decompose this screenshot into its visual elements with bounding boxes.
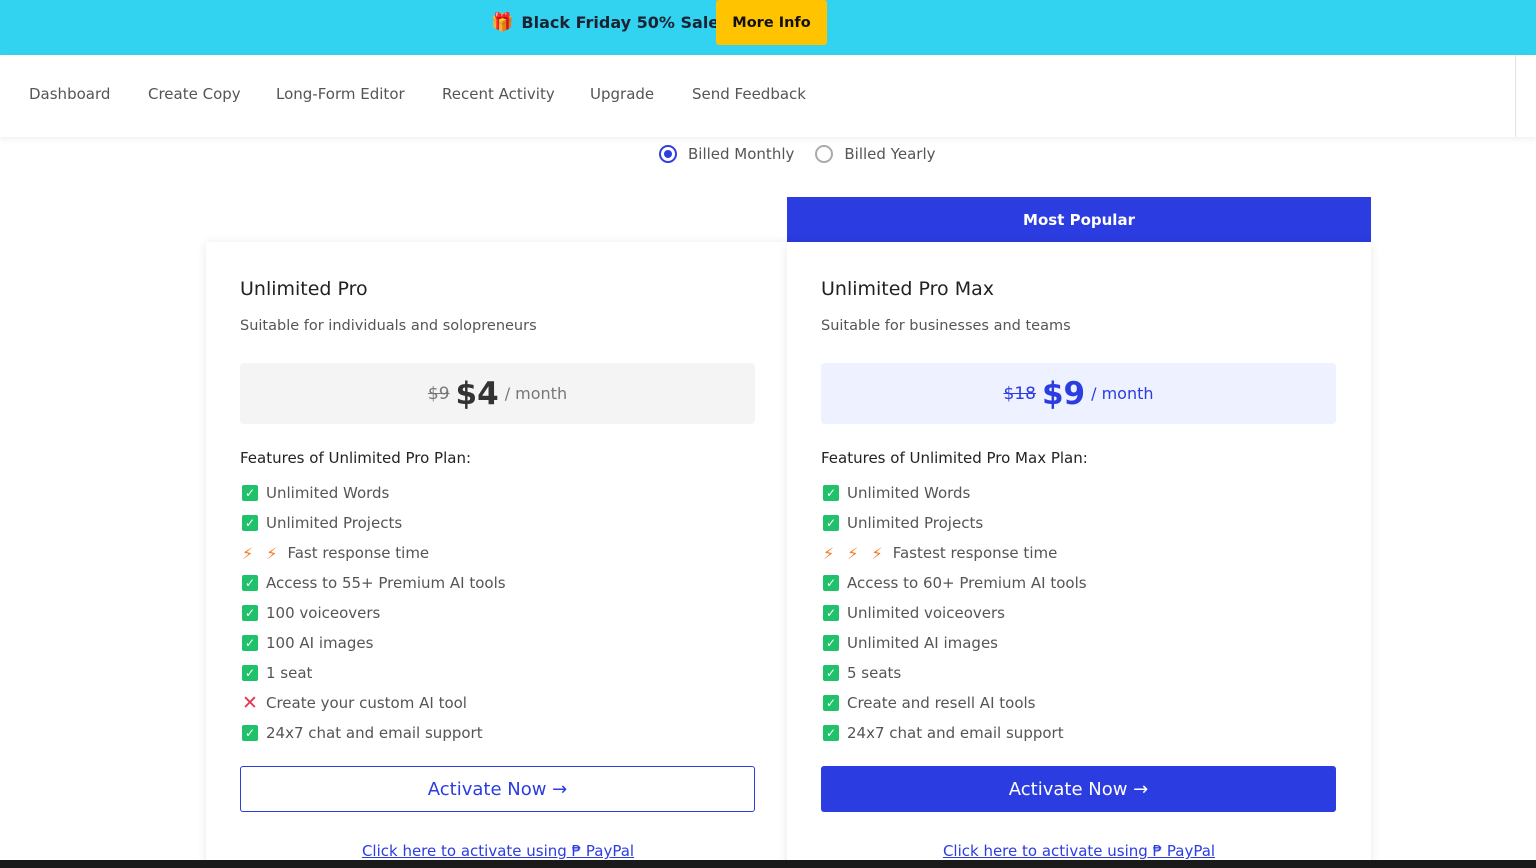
feature-item: ⚡ ⚡ ⚡ Fastest response time <box>823 538 1087 568</box>
nav-item-long-form-editor[interactable]: Long-Form Editor <box>276 85 405 103</box>
bottom-edge-bar <box>0 860 1536 868</box>
nav-item-recent-activity[interactable]: Recent Activity <box>442 85 555 103</box>
price-period: / month <box>504 384 568 403</box>
old-price: $9 <box>427 383 450 404</box>
check-icon: ✓ <box>242 665 258 681</box>
current-price: $9 <box>1041 375 1086 412</box>
cross-icon: ✕ <box>242 692 258 714</box>
check-icon: ✓ <box>823 635 839 651</box>
promo-text: Black Friday 50% Sale <box>521 13 720 32</box>
lightning-icon: ⚡ <box>242 543 254 563</box>
feature-item: ✓ Unlimited AI images <box>823 628 1087 658</box>
check-icon: ✓ <box>823 605 839 621</box>
current-price: $4 <box>455 375 499 412</box>
paypal-activate-link[interactable]: Click here to activate using ₱ PayPal <box>206 842 790 860</box>
feature-item: ✓ Unlimited Projects <box>242 508 506 538</box>
lightning-icon: ⚡ <box>823 543 835 563</box>
paypal-activate-link[interactable]: Click here to activate using ₱ PayPal <box>787 842 1371 860</box>
nav-item-upgrade[interactable]: Upgrade <box>590 85 654 103</box>
feature-text: Create your custom AI tool <box>266 694 467 712</box>
feature-text: Unlimited voiceovers <box>847 604 1005 622</box>
feature-text: Unlimited Projects <box>847 514 984 532</box>
activate-now-button[interactable]: Activate Now → <box>821 766 1336 812</box>
feature-text: Access to 60+ Premium AI tools <box>847 574 1087 592</box>
top-nav: Dashboard Create Copy Long-Form Editor R… <box>0 55 1536 137</box>
feature-text: 1 seat <box>266 664 313 682</box>
feature-text: Fast response time <box>287 544 430 562</box>
promo-banner: 🎁 Black Friday 50% Sale More Info <box>0 0 1536 55</box>
plan-name: Unlimited Pro <box>240 278 368 300</box>
check-icon: ✓ <box>242 635 258 651</box>
feature-text: 24x7 chat and email support <box>266 724 483 742</box>
feature-text: 100 AI images <box>266 634 374 652</box>
price-box: $9 $4 / month <box>240 363 755 424</box>
feature-item: ✓ 1 seat <box>242 658 506 688</box>
features-list: ✓ Unlimited Words ✓ Unlimited Projects ⚡ ⚡ ⚡ Fa… <box>823 478 1087 748</box>
check-icon: ✓ <box>823 515 839 531</box>
check-icon: ✓ <box>242 605 258 621</box>
check-icon: ✓ <box>242 515 258 531</box>
plan-card-unlimited-pro-max: Unlimited Pro Max Suitable for businesse… <box>787 242 1371 868</box>
nav-divider <box>1515 55 1516 137</box>
feature-item: ✓ 100 voiceovers <box>242 598 506 628</box>
lightning-icon: ⚡ <box>871 543 883 563</box>
features-title: Features of Unlimited Pro Plan: <box>240 449 472 467</box>
check-icon: ✓ <box>242 485 258 501</box>
feature-item: ✓ Unlimited Projects <box>823 508 1087 538</box>
feature-item: ✓ 24x7 chat and email support <box>823 718 1087 748</box>
features-list: ✓ Unlimited Words ✓ Unlimited Projects ⚡ ⚡ Fas… <box>242 478 506 748</box>
lightning-icon: ⚡ <box>847 543 859 563</box>
feature-text: 24x7 chat and email support <box>847 724 1064 742</box>
activate-now-button[interactable]: Activate Now → <box>240 766 755 812</box>
feature-text: Unlimited AI images <box>847 634 998 652</box>
feature-item: ✓ Unlimited voiceovers <box>823 598 1087 628</box>
billing-toggle: Billed Monthly Billed Yearly <box>659 145 957 163</box>
check-icon: ✓ <box>823 485 839 501</box>
feature-item: ✓ Access to 60+ Premium AI tools <box>823 568 1087 598</box>
nav-item-create-copy[interactable]: Create Copy <box>148 85 241 103</box>
plan-name: Unlimited Pro Max <box>821 278 994 300</box>
plan-card-unlimited-pro: Unlimited Pro Suitable for individuals a… <box>206 242 790 868</box>
feature-item: ✓ 5 seats <box>823 658 1087 688</box>
feature-text: Unlimited Words <box>847 484 971 502</box>
billed-monthly-radio[interactable] <box>659 145 677 163</box>
gift-icon: 🎁 <box>491 12 514 33</box>
more-info-button[interactable]: More Info <box>716 0 827 45</box>
billed-yearly-radio[interactable] <box>815 145 834 163</box>
feature-text: 100 voiceovers <box>266 604 381 622</box>
feature-text: Access to 55+ Premium AI tools <box>266 574 506 592</box>
check-icon: ✓ <box>823 575 839 591</box>
feature-item: ✕ Create your custom AI tool <box>242 688 506 718</box>
check-icon: ✓ <box>823 695 839 711</box>
plan-description: Suitable for individuals and solopreneur… <box>240 318 537 334</box>
lightning-icon: ⚡ <box>266 543 278 563</box>
billed-yearly-label[interactable]: Billed Yearly <box>844 145 935 163</box>
feature-text: 5 seats <box>847 664 902 682</box>
feature-text: Create and resell AI tools <box>847 694 1036 712</box>
check-icon: ✓ <box>242 725 258 741</box>
feature-item: ✓ Create and resell AI tools <box>823 688 1087 718</box>
feature-item: ✓ 100 AI images <box>242 628 506 658</box>
price-period: / month <box>1091 384 1154 403</box>
feature-item: ✓ Unlimited Words <box>823 478 1087 508</box>
most-popular-badge: Most Popular <box>787 197 1371 242</box>
features-title: Features of Unlimited Pro Max Plan: <box>821 449 1088 467</box>
plan-description: Suitable for businesses and teams <box>821 318 1071 334</box>
check-icon: ✓ <box>242 575 258 591</box>
old-price: $18 <box>1003 383 1036 404</box>
feature-text: Unlimited Projects <box>266 514 403 532</box>
nav-item-send-feedback[interactable]: Send Feedback <box>692 85 806 103</box>
feature-item: ✓ Unlimited Words <box>242 478 506 508</box>
feature-item: ✓ Access to 55+ Premium AI tools <box>242 568 506 598</box>
nav-item-dashboard[interactable]: Dashboard <box>29 85 110 103</box>
feature-text: Unlimited Words <box>266 484 390 502</box>
feature-text: Fastest response time <box>892 544 1058 562</box>
billed-monthly-label[interactable]: Billed Monthly <box>688 145 794 163</box>
feature-item: ⚡ ⚡ Fast response time <box>242 538 506 568</box>
feature-item: ✓ 24x7 chat and email support <box>242 718 506 748</box>
check-icon: ✓ <box>823 725 839 741</box>
promo-content: 🎁 Black Friday 50% Sale <box>491 0 719 45</box>
check-icon: ✓ <box>823 665 839 681</box>
price-box: $18 $9 / month <box>821 363 1336 424</box>
